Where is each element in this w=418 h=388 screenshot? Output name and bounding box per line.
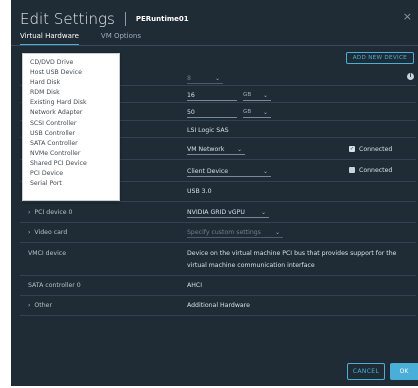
menu-item-cd-dvd-drive[interactable]: CD/DVD Drive <box>23 58 119 68</box>
scsi-value: LSI Logic SAS <box>187 127 229 134</box>
cd-dvd-select[interactable]: Client Device ⌄ <box>187 168 271 177</box>
menu-item-hard-disk[interactable]: Hard Disk <box>23 78 119 88</box>
vmci-label: VMCI device <box>28 250 67 257</box>
menu-item-shared-pci-device[interactable]: Shared PCI Device <box>23 159 119 169</box>
menu-item-sata-controller[interactable]: SATA Controller <box>23 139 119 149</box>
vm-name: PERuntime01 <box>135 15 189 23</box>
hard-disk-size-input[interactable]: 50 <box>187 109 237 118</box>
menu-item-nvme-controller[interactable]: NVMe Controller <box>23 149 119 159</box>
menu-item-network-adapter[interactable]: Network Adapter <box>23 108 119 118</box>
dialog-header: Edit Settings PERuntime01 <box>20 9 189 29</box>
video-card-row[interactable]: › Video card Specify custom settings ⌄ <box>20 223 416 243</box>
network-select[interactable]: VM Network ⌄ <box>187 146 245 155</box>
usb-value: USB 3.0 <box>187 188 212 195</box>
other-label: › Other <box>28 302 52 309</box>
dialog-title: Edit Settings <box>20 10 115 28</box>
pci-device-select[interactable]: NVIDIA GRID vGPU ⌄ <box>187 209 269 218</box>
menu-item-pci-device[interactable]: PCI Device <box>23 169 119 179</box>
chevron-down-icon: ⌄ <box>214 75 220 82</box>
memory-unit: GB <box>243 92 252 98</box>
other-value: Additional Hardware <box>187 302 250 309</box>
video-card-select[interactable]: Specify custom settings ⌄ <box>187 229 283 238</box>
add-new-device-button[interactable]: ADD NEW DEVICE <box>345 52 414 64</box>
chevron-down-icon: ⌄ <box>274 229 280 236</box>
vmci-row: VMCI device Device on the virtual machin… <box>20 243 416 276</box>
vmci-description-line2: virtual machine communication interface <box>187 262 315 269</box>
menu-item-usb-controller[interactable]: USB Controller <box>23 129 119 139</box>
chevron-down-icon: ⌄ <box>262 109 268 116</box>
sata-row: SATA controller 0 AHCI <box>20 276 416 296</box>
title-divider <box>124 12 126 26</box>
sata-value: AHCI <box>187 282 203 289</box>
add-device-menu: CD/DVD Drive Host USB Device Hard Disk R… <box>22 53 120 201</box>
cpu-select[interactable]: 8 ⌄ <box>187 75 223 84</box>
pci-device-row[interactable]: › PCI device 0 NVIDIA GRID vGPU ⌄ <box>20 202 416 223</box>
chevron-down-icon: ⌄ <box>262 92 268 99</box>
menu-item-serial-port[interactable]: Serial Port <box>23 179 119 189</box>
network-connected-label: Connected <box>359 146 393 153</box>
tab-virtual-hardware[interactable]: Virtual Hardware <box>20 32 79 46</box>
chevron-down-icon: ⌄ <box>236 146 242 153</box>
menu-item-host-usb-device[interactable]: Host USB Device <box>23 68 119 78</box>
hard-disk-unit-select[interactable]: GB ⌄ <box>243 109 271 118</box>
chevron-right-icon[interactable]: › <box>28 209 30 216</box>
cd-dvd-connected-label: Connected <box>359 167 393 174</box>
sata-label: SATA controller 0 <box>28 282 81 289</box>
network-value: VM Network <box>187 146 225 153</box>
menu-item-existing-hard-disk[interactable]: Existing Hard Disk <box>23 98 119 108</box>
tab-vm-options[interactable]: VM Options <box>101 32 141 46</box>
video-card-label-text: Video card <box>34 229 68 236</box>
menu-item-scsi-controller[interactable]: SCSI Controller <box>23 119 119 129</box>
cd-dvd-connected-checkbox[interactable] <box>349 167 355 173</box>
tab-divider <box>11 45 418 46</box>
memory-value: 16 <box>187 92 195 99</box>
pci-device-label-text: PCI device 0 <box>34 209 73 216</box>
chevron-right-icon[interactable]: › <box>28 229 30 236</box>
network-connected-checkbox[interactable]: ✓ <box>349 146 355 152</box>
memory-unit-select[interactable]: GB ⌄ <box>243 92 271 101</box>
pci-device-label: › PCI device 0 <box>28 209 73 216</box>
other-row[interactable]: › Other Additional Hardware <box>20 296 416 316</box>
chevron-right-icon[interactable]: › <box>28 302 30 309</box>
cancel-button[interactable]: CANCEL <box>347 363 385 380</box>
video-card-value: Specify custom settings <box>187 229 261 236</box>
tab-bar: Virtual Hardware VM Options <box>20 32 141 46</box>
cd-dvd-value: Client Device <box>187 168 229 175</box>
hard-disk-value: 50 <box>187 109 195 116</box>
memory-input[interactable]: 16 <box>187 92 237 101</box>
cpu-value: 8 <box>187 75 191 82</box>
pci-device-value: NVIDIA GRID vGPU <box>187 209 245 216</box>
ok-button[interactable]: OK <box>390 363 418 380</box>
chevron-down-icon: ⌄ <box>262 168 268 175</box>
menu-item-rdm-disk[interactable]: RDM Disk <box>23 88 119 98</box>
other-label-text: Other <box>34 302 52 309</box>
vmci-description-line1: Device on the virtual machine PCI bus th… <box>187 250 397 257</box>
hard-disk-unit: GB <box>243 109 252 115</box>
video-card-label: › Video card <box>28 229 67 236</box>
chevron-down-icon: ⌄ <box>260 209 266 216</box>
close-icon[interactable]: × <box>403 10 412 23</box>
